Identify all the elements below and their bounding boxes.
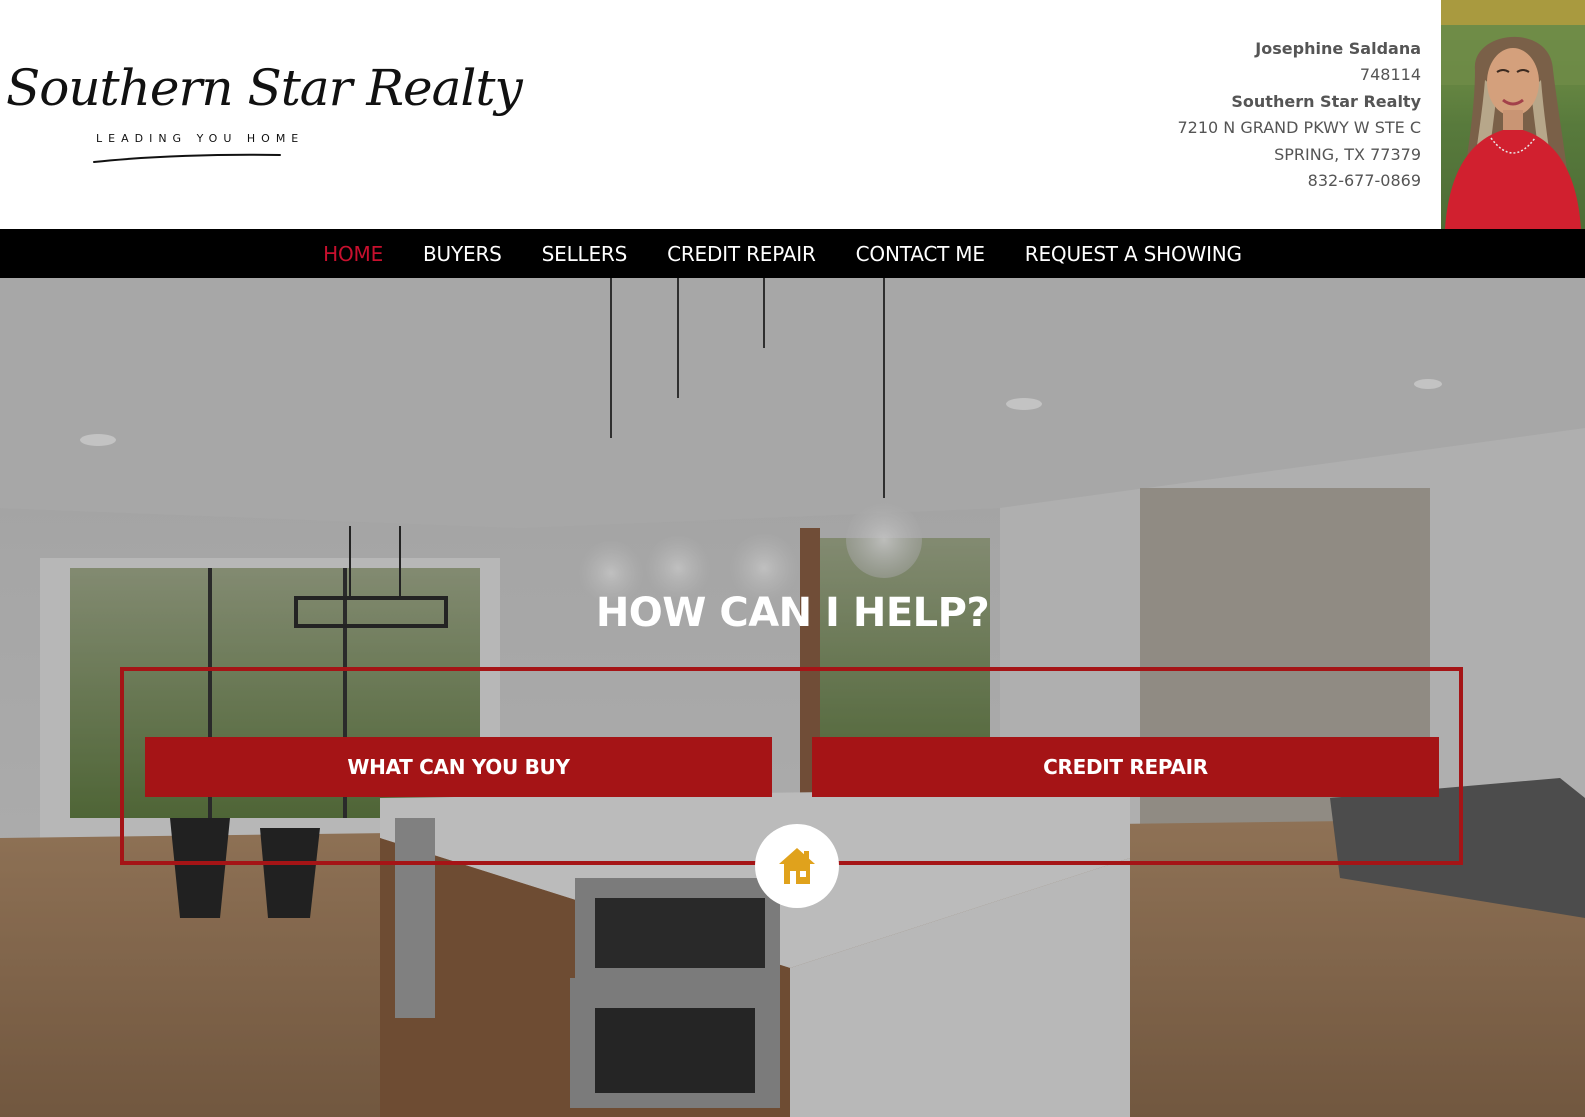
logo-tagline: LEADING YOU HOME <box>96 132 305 145</box>
nav-item-buyers[interactable]: BUYERS <box>423 242 502 266</box>
agent-portrait-drawing <box>1441 0 1585 229</box>
agent-address-line2: SPRING, TX 77379 <box>1274 144 1421 164</box>
nav-item-home[interactable]: HOME <box>323 242 383 266</box>
home-badge <box>755 824 839 908</box>
main-nav: HOME BUYERS SELLERS CREDIT REPAIR CONTAC… <box>0 229 1585 278</box>
hero-section: HOW CAN I HELP? WHAT CAN YOU BUY CREDIT … <box>0 278 1585 1117</box>
home-icon <box>779 848 815 884</box>
agent-contact-block: Josephine Saldana 748114 Southern Star R… <box>1178 36 1422 194</box>
what-can-you-buy-button[interactable]: WHAT CAN YOU BUY <box>145 737 772 797</box>
agent-photo <box>1441 0 1585 229</box>
logo-script-text: Southern Star Realty <box>6 59 523 117</box>
logo-swash <box>93 153 281 163</box>
hero-title: HOW CAN I HELP? <box>595 590 990 636</box>
agent-name: Josephine Saldana <box>1255 39 1421 58</box>
agent-phone[interactable]: 832-677-0869 <box>1178 168 1421 194</box>
credit-repair-button[interactable]: CREDIT REPAIR <box>812 737 1439 797</box>
nav-item-sellers[interactable]: SELLERS <box>542 242 628 266</box>
brand-logo[interactable]: Southern Star Realty LEADING YOU HOME <box>6 48 523 174</box>
agent-brokerage: Southern Star Realty <box>1231 91 1421 111</box>
agent-license: 748114 <box>1359 65 1421 85</box>
nav-item-request-a-showing[interactable]: REQUEST A SHOWING <box>1025 242 1242 266</box>
site-header: Southern Star Realty LEADING YOU HOME Jo… <box>0 0 1585 229</box>
nav-item-credit-repair[interactable]: CREDIT REPAIR <box>667 242 816 266</box>
agent-address-line1: 7210 N GRAND PKWY W STE C <box>1177 118 1422 138</box>
nav-item-contact-me[interactable]: CONTACT ME <box>856 242 985 266</box>
